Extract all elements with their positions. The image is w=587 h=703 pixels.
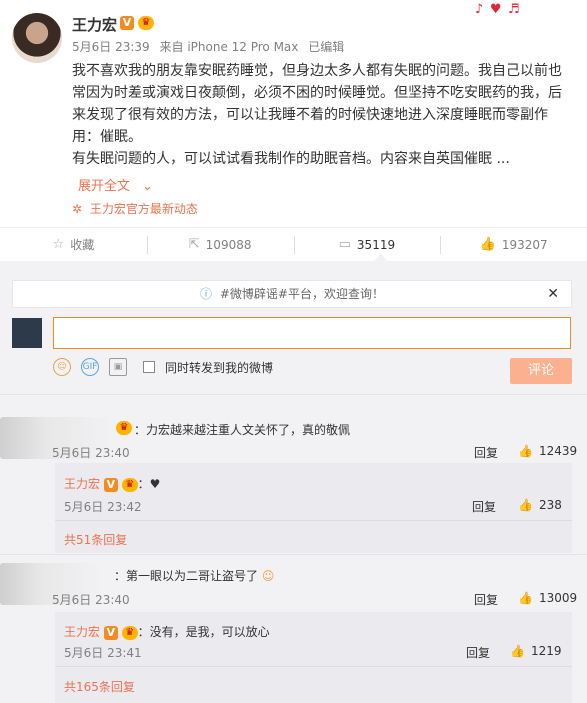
- comment-count: 35119: [356, 237, 396, 252]
- weibo-post: 王力宏 V ♛ ♪ ♥ ♬ 5月6日 23:39 来自 iPhone 12 Pr…: [0, 0, 587, 703]
- forward-button[interactable]: ⇱ 109088: [146, 228, 294, 261]
- reply-button[interactable]: 回复: [474, 444, 498, 461]
- sub-reply-time: 5月6日 23:41: [64, 646, 142, 660]
- comment-like-button[interactable]: 👍 1219: [510, 644, 562, 658]
- close-icon[interactable]: ✕: [547, 281, 559, 307]
- thumbs-up-icon: 👍: [518, 498, 533, 512]
- image-icon[interactable]: ▣: [109, 358, 127, 376]
- vip-crown-icon: ♛: [116, 421, 132, 435]
- comment-panel: ⓘ #微博辟谣#平台，欢迎查询！ ✕ ☺ GIF ▣ 同时转发到我的微博 评论 …: [0, 261, 587, 703]
- sync-forward-checkbox[interactable]: [143, 361, 155, 373]
- emoji-icon: ☺: [261, 569, 275, 583]
- reply-button[interactable]: 回复: [466, 644, 490, 661]
- post-device: 来自 iPhone 12 Pro Max: [159, 40, 299, 54]
- post-action-bar: ☆ 收藏 ⇱ 109088 ▭ 35119 👍 193207: [0, 227, 587, 261]
- comment-like-count: 12439: [538, 444, 578, 458]
- like-button[interactable]: 👍 193207: [440, 228, 587, 261]
- sub-reply: 王力宏 V ♛ ：没有，是我，可以放心: [64, 623, 270, 640]
- post-body: 我不喜欢我的朋友靠安眠药睡觉，但身边太多人都有失眠的问题。我自己以前也 常因为时…: [72, 60, 567, 170]
- verified-badge-icon: V: [120, 16, 134, 30]
- thumbs-up-icon: 👍: [518, 444, 533, 458]
- more-replies-link[interactable]: 共51条回复: [64, 531, 127, 548]
- post-source-label: 王力宏官方最新动态: [89, 202, 198, 216]
- more-replies-link[interactable]: 共165条回复: [64, 678, 135, 695]
- post-body-line: 我不喜欢我的朋友靠安眠药睡觉，但身边太多人都有失眠的问题。我自己以前也: [72, 63, 562, 79]
- link-icon: ✲: [72, 202, 83, 216]
- comment-like-count: 1219: [530, 644, 562, 658]
- divider: [0, 554, 587, 555]
- comment-input[interactable]: [53, 317, 571, 349]
- comment-text-body: ：第一眼以为二哥让盗号了: [114, 569, 259, 583]
- post-body-line: 来发现了很有效的方法，可以让我睡不着的时候快速地进入深度睡眠而零副作: [72, 107, 548, 123]
- sub-reply-author[interactable]: 王力宏: [64, 477, 100, 491]
- watermark-logo: ♪ ♥ ♬: [475, 2, 521, 17]
- comment-toolbar: ☺ GIF ▣ 同时转发到我的微博: [53, 357, 273, 377]
- comment-icon: ▭: [338, 237, 351, 252]
- expand-full-text-link[interactable]: 展开全文 ⌄: [78, 175, 153, 194]
- divider: [55, 520, 572, 521]
- submit-comment-button[interactable]: 评论: [510, 358, 572, 384]
- comment-like-count: 13009: [538, 591, 578, 605]
- gif-icon[interactable]: GIF: [81, 358, 99, 376]
- comment-button[interactable]: ▭ 35119: [293, 228, 441, 261]
- comment-like-count: 238: [538, 498, 562, 512]
- rumor-notice-bar[interactable]: ⓘ #微博辟谣#平台，欢迎查询！ ✕: [12, 280, 572, 308]
- comment-time: 5月6日 23:40: [52, 593, 130, 607]
- divider: [0, 394, 587, 395]
- star-icon: ☆: [52, 237, 65, 252]
- emoji-icon[interactable]: ☺: [53, 358, 71, 376]
- vip-crown-icon: ♛: [138, 16, 154, 30]
- sub-reply-text: ：♥: [137, 477, 161, 491]
- sync-forward-label: 同时转发到我的微博: [165, 360, 274, 375]
- author-name[interactable]: 王力宏: [72, 14, 117, 35]
- reply-button[interactable]: 回复: [472, 498, 496, 515]
- post-body-line: 用：催眠。: [72, 129, 142, 145]
- post-body-line: 有失眠问题的人，可以试试看我制作的助眠音档。内容来自英国催眠 ...: [72, 151, 510, 167]
- verified-badge-icon: V: [103, 625, 118, 640]
- sub-reply-text: ：没有，是我，可以放心: [137, 625, 270, 639]
- comment-like-button[interactable]: 👍 13009: [518, 591, 577, 605]
- reply-button[interactable]: 回复: [474, 591, 498, 608]
- forward-count: 109088: [205, 237, 252, 252]
- author-avatar[interactable]: [12, 13, 62, 63]
- favorite-label: 收藏: [70, 238, 95, 252]
- chevron-down-icon: ⌄: [142, 179, 154, 194]
- vip-crown-icon: ♛: [121, 477, 138, 492]
- info-icon: ⓘ: [200, 287, 213, 301]
- verified-badge-icon: V: [103, 477, 118, 492]
- comment-text: ：力宏越来越注重人文关怀了，真的敬佩: [134, 423, 351, 437]
- post-body-line: 常因为时差或演戏日夜颠倒，必须不困的时候睡觉。但坚持不吃安眠药的我，后: [72, 85, 562, 101]
- comment-like-button[interactable]: 👍 238: [518, 498, 562, 512]
- notice-text: #微博辟谣#平台，欢迎查询！: [219, 287, 384, 301]
- post-date[interactable]: 5月6日 23:39: [72, 40, 150, 54]
- thumbs-up-icon: 👍: [518, 591, 533, 605]
- like-count: 193207: [501, 237, 548, 252]
- comment-time: 5月6日 23:40: [52, 446, 130, 460]
- my-avatar: [12, 318, 42, 348]
- post-source-link[interactable]: ✲ 王力宏官方最新动态: [72, 200, 198, 217]
- expand-label: 展开全文: [78, 179, 131, 194]
- sub-reply: 王力宏 V ♛ ：♥: [64, 475, 160, 492]
- thumbs-up-icon: 👍: [510, 644, 525, 658]
- divider: [55, 666, 572, 667]
- vip-crown-icon: ♛: [121, 625, 138, 640]
- author-badges: V ♛: [120, 16, 154, 30]
- sub-reply-time: 5月6日 23:42: [64, 500, 142, 514]
- share-icon: ⇱: [188, 237, 200, 252]
- thumbs-up-icon: 👍: [479, 237, 496, 252]
- post-edited-tag: 已编辑: [308, 40, 345, 54]
- comment-like-button[interactable]: 👍 12439: [518, 444, 577, 458]
- sub-reply-author[interactable]: 王力宏: [64, 625, 100, 639]
- favorite-button[interactable]: ☆ 收藏: [0, 228, 147, 261]
- comment-panel-caret: [374, 254, 388, 261]
- post-meta: 5月6日 23:39 来自 iPhone 12 Pro Max 已编辑: [72, 38, 350, 55]
- comment-text: ：第一眼以为二哥让盗号了 ☺: [114, 567, 274, 584]
